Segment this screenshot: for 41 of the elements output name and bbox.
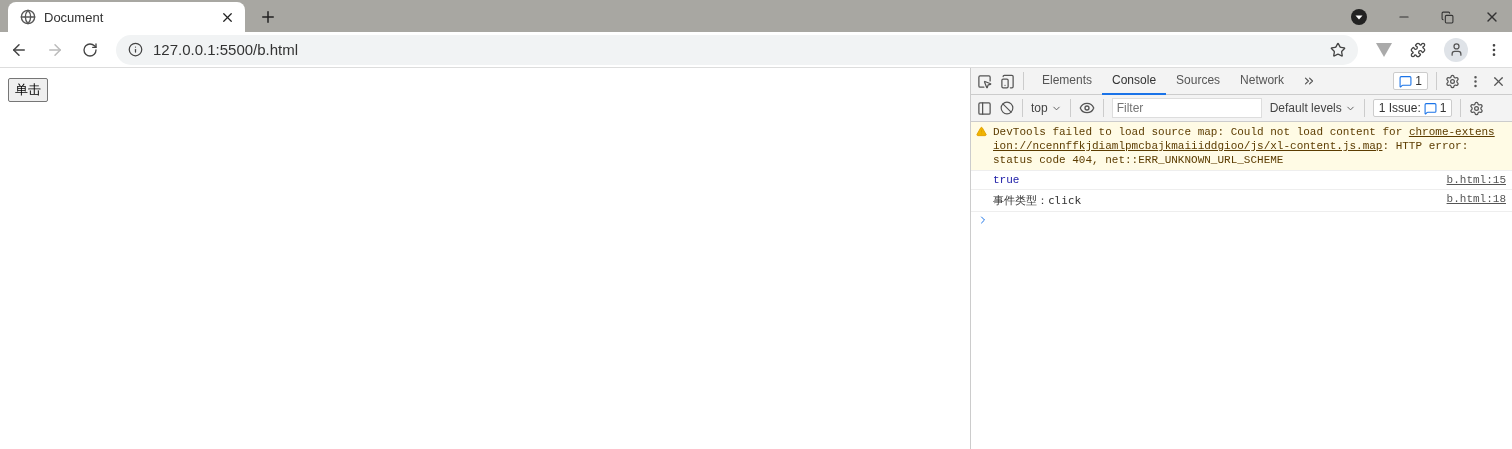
- address-bar[interactable]: 127.0.0.1:5500/b.html: [116, 34, 1358, 65]
- settings-icon[interactable]: [1469, 100, 1485, 116]
- click-button[interactable]: 单击: [8, 78, 48, 102]
- source-link[interactable]: b.html:15: [1446, 174, 1506, 186]
- restore-icon[interactable]: [1441, 10, 1454, 24]
- source-link[interactable]: chrome-extens: [1408, 126, 1495, 138]
- issues-label: 1 Issue:: [1378, 101, 1421, 115]
- reload-icon[interactable]: [82, 41, 98, 58]
- sidebar-icon[interactable]: [977, 100, 992, 116]
- source-link[interactable]: b.html:18: [1446, 193, 1506, 208]
- levels-dropdown[interactable]: Default levels: [1269, 101, 1356, 115]
- warning-icon: [976, 126, 987, 137]
- log-text: 事件类型：click: [993, 193, 1083, 208]
- globe-icon: [20, 9, 36, 25]
- star-icon[interactable]: [1330, 41, 1346, 58]
- warning-text: : HTTP error:: [1382, 140, 1469, 152]
- warning-text: DevTools failed to load source map: Could not load content for: [993, 126, 1404, 138]
- filter-field[interactable]: Filter: [1111, 98, 1262, 118]
- inspect-icon[interactable]: [977, 73, 992, 89]
- message-icon: [1399, 74, 1413, 88]
- log-text: true: [993, 174, 1021, 186]
- message-icon: [1423, 101, 1437, 115]
- issues-badge[interactable]: 1 Issue: 1: [1372, 99, 1453, 117]
- settings-icon[interactable]: [1445, 73, 1460, 89]
- device-icon[interactable]: [1000, 73, 1015, 89]
- clear-icon[interactable]: [1000, 101, 1014, 115]
- devtools-tab[interactable]: Sources: [1166, 67, 1231, 95]
- devtools-tab[interactable]: Elements: [1032, 67, 1103, 95]
- devtools-tab[interactable]: Network: [1230, 67, 1295, 95]
- context-dropdown[interactable]: top: [1031, 101, 1062, 115]
- avatar-icon[interactable]: [1444, 37, 1468, 62]
- browser-tab[interactable]: Document: [8, 2, 245, 32]
- info-icon: [128, 42, 143, 57]
- messages-badge[interactable]: 1: [1393, 72, 1428, 90]
- warning-text: status code 404, net::ERR_UNKNOWN_URL_SCHEME: [993, 154, 1284, 166]
- issues-count: 1: [1439, 101, 1447, 115]
- puzzle-icon[interactable]: [1410, 41, 1426, 58]
- source-link[interactable]: ion://ncennffkjdiamlpmcbajkmaiiiddgioo/js/xl-content.js.map: [993, 140, 1383, 152]
- dropdown-icon[interactable]: [1351, 9, 1367, 25]
- eye-icon[interactable]: [1078, 100, 1095, 116]
- badge-count: 1: [1415, 74, 1422, 88]
